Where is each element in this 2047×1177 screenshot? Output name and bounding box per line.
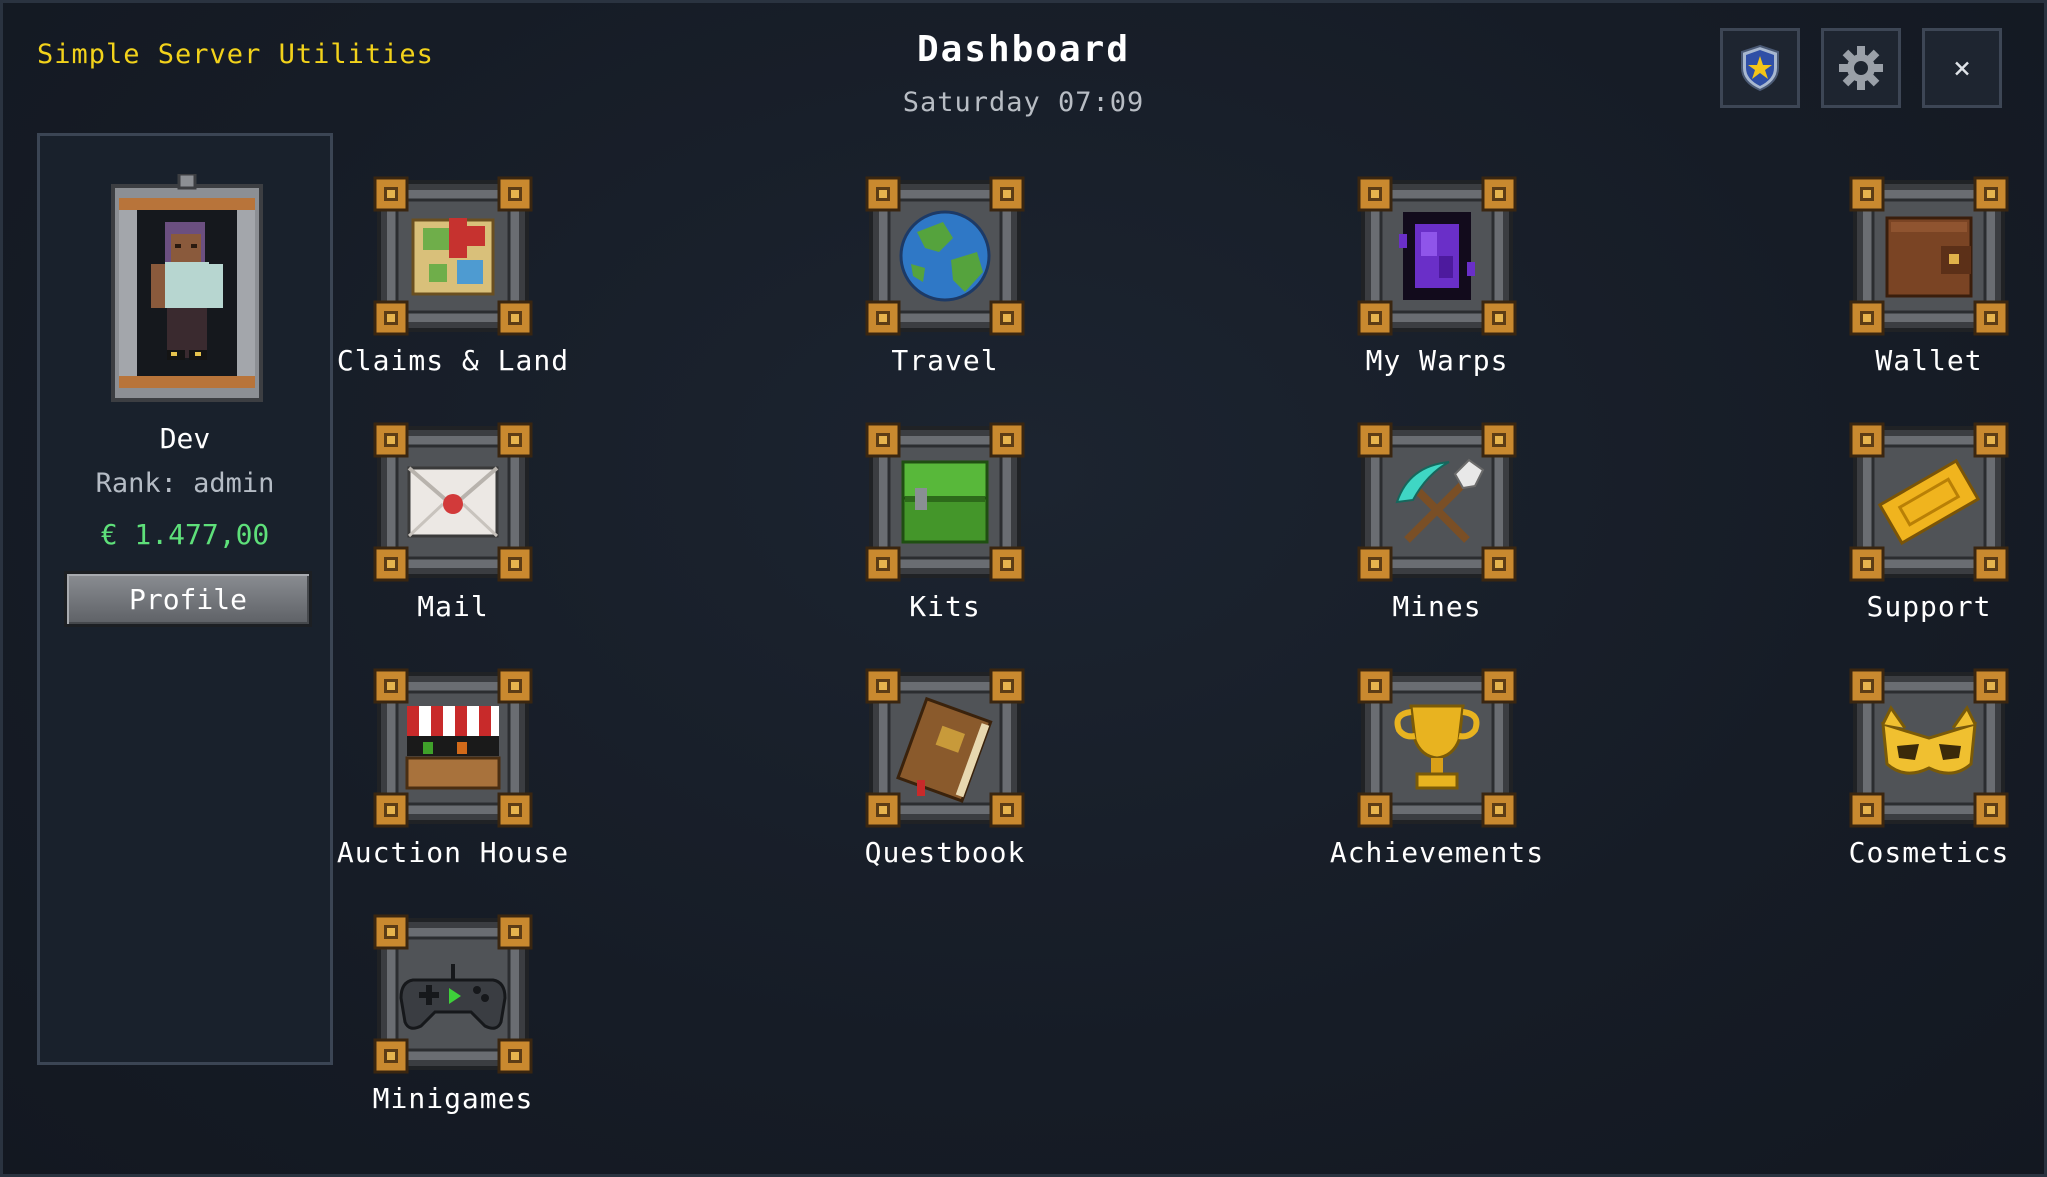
tile-questbook[interactable]: Questbook bbox=[825, 668, 1065, 888]
mask-icon bbox=[1849, 668, 2009, 828]
ticket-icon bbox=[1849, 422, 2009, 582]
portal-icon bbox=[1357, 176, 1517, 336]
settings-button[interactable] bbox=[1821, 28, 1901, 108]
tile-kits[interactable]: Kits bbox=[825, 422, 1065, 642]
tile-mines[interactable]: Mines bbox=[1317, 422, 1557, 642]
tile-label: Minigames bbox=[372, 1082, 534, 1115]
tile-label: Kits bbox=[909, 590, 981, 623]
tile-label: Auction House bbox=[336, 836, 570, 869]
player-portrait bbox=[109, 172, 265, 404]
tile-label: Questbook bbox=[864, 836, 1026, 869]
tile-mail[interactable]: Mail bbox=[333, 422, 573, 642]
chest-icon bbox=[865, 422, 1025, 582]
player-rank: Rank: admin bbox=[95, 468, 275, 499]
shield-star-icon bbox=[1741, 44, 1779, 92]
tile-label: Travel bbox=[891, 344, 999, 377]
gamepad-icon bbox=[373, 914, 533, 1074]
player-balance: € 1.477,00 bbox=[100, 518, 270, 551]
pickaxe-shovel-icon bbox=[1357, 422, 1517, 582]
tile-label: Claims & Land bbox=[336, 344, 570, 377]
player-name: Dev bbox=[159, 422, 211, 455]
map-icon bbox=[373, 176, 533, 336]
book-icon bbox=[865, 668, 1025, 828]
tile-travel[interactable]: Travel bbox=[825, 176, 1065, 396]
tile-my-warps[interactable]: My Warps bbox=[1317, 176, 1557, 396]
avatar bbox=[111, 172, 263, 402]
tile-achievements[interactable]: Achievements bbox=[1317, 668, 1557, 888]
gear-icon bbox=[1839, 46, 1883, 90]
tile-label: Mines bbox=[1392, 590, 1482, 623]
rank-badge-button[interactable] bbox=[1720, 28, 1800, 108]
trophy-icon bbox=[1357, 668, 1517, 828]
tile-label: Achievements bbox=[1329, 836, 1545, 869]
globe-icon bbox=[865, 176, 1025, 336]
wallet-icon bbox=[1849, 176, 2009, 336]
tile-minigames[interactable]: Minigames bbox=[333, 914, 573, 1134]
tile-claims-land[interactable]: Claims & Land bbox=[333, 176, 573, 396]
close-icon: × bbox=[1952, 50, 1972, 86]
tile-support[interactable]: Support bbox=[1809, 422, 2047, 642]
tile-auction-house[interactable]: Auction House bbox=[333, 668, 573, 888]
profile-button[interactable]: Profile bbox=[64, 571, 312, 627]
tile-label: My Warps bbox=[1365, 344, 1509, 377]
tile-label: Mail bbox=[417, 590, 489, 623]
player-panel: Dev Rank: admin € 1.477,00 Profile bbox=[37, 133, 333, 1065]
tile-cosmetics[interactable]: Cosmetics bbox=[1809, 668, 2047, 888]
tile-label: Cosmetics bbox=[1848, 836, 2010, 869]
close-button[interactable]: × bbox=[1922, 28, 2002, 108]
dashboard-window: Simple Server Utilities Dashboard Saturd… bbox=[0, 0, 2047, 1177]
tile-wallet[interactable]: Wallet bbox=[1809, 176, 2047, 396]
tile-label: Wallet bbox=[1875, 344, 1983, 377]
tile-label: Support bbox=[1866, 590, 1992, 623]
market-stall-icon bbox=[373, 668, 533, 828]
envelope-icon bbox=[373, 422, 533, 582]
